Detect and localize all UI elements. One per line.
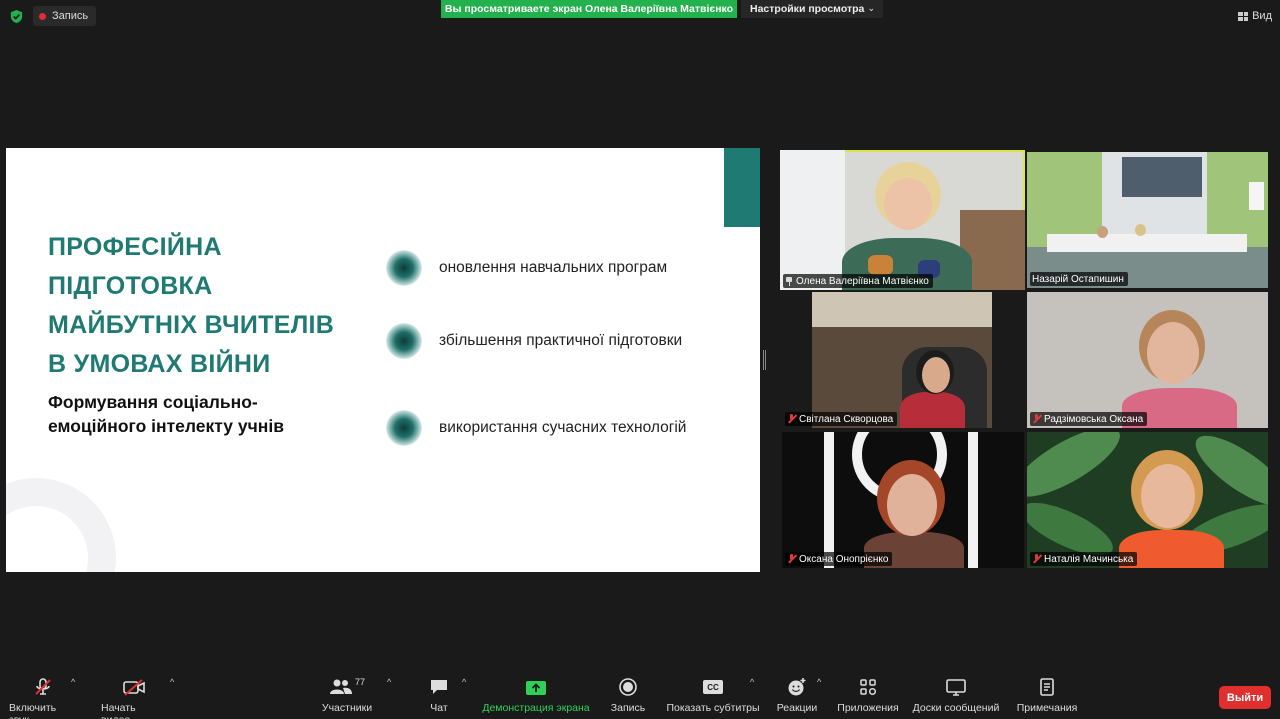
record-label: Запись [610,702,646,714]
muted-mic-icon [787,554,796,564]
unmute-button[interactable]: Включить звук [9,677,77,719]
pin-icon [785,276,793,286]
whiteboards-button[interactable]: Доски сообщений [911,677,1001,717]
chat-options-caret-icon[interactable]: ^ [462,677,466,687]
muted-microphone-icon [33,677,53,697]
notes-icon [1038,677,1056,697]
screen-share-banner: Вы просматриваете экран Олена Валеріївна… [441,0,737,18]
reactions-icon [787,677,807,697]
apps-label: Приложения [837,702,899,714]
participant-name: Назарій Остапишин [1032,273,1124,285]
reactions-button[interactable]: Реакции [776,677,818,717]
slide-subtitle-line: емоційного інтелекту учнів [48,416,284,436]
recording-dot-icon [39,12,46,20]
participant-name: Наталія Мачинська [1044,553,1134,565]
apps-icon [858,677,878,697]
reactions-label: Реакции [776,702,818,714]
view-button-label: Вид [1252,10,1272,22]
bullet-dot-icon [386,410,422,446]
slide-bullet: використання сучасних технологій [386,410,746,446]
captions-options-caret-icon[interactable]: ^ [750,677,754,687]
audio-options-caret-icon[interactable]: ^ [71,677,75,687]
participant-name: Оксана Онопрієнко [799,553,889,565]
participants-icon: 77 [329,677,365,697]
slide-title: ПРОФЕСІЙНА ПІДГОТОВКА МАЙБУТНІХ ВЧИТЕЛІВ… [48,228,368,384]
muted-mic-icon [787,414,796,424]
view-button[interactable]: Вид [1238,7,1272,25]
participant-label: Радзімовська Оксана [1030,412,1148,426]
participant-name: Радзімовська Оксана [1044,413,1144,425]
unmute-label: Включить звук [9,702,57,719]
closed-captions-icon: CC [703,677,723,697]
participant-label: Оксана Онопрієнко [785,552,893,566]
notes-button[interactable]: Примечания [1014,677,1080,717]
chat-button[interactable]: Чат [425,677,453,717]
whiteboard-icon [945,677,967,697]
participant-label: Наталія Мачинська [1030,552,1138,566]
participants-options-caret-icon[interactable]: ^ [387,677,391,687]
record-icon [618,677,638,697]
participants-button[interactable]: 77 Участники [320,677,374,717]
security-shield-icon[interactable] [9,9,24,24]
video-tile[interactable]: Наталія Мачинська [1027,432,1268,568]
recording-indicator[interactable]: Запись [33,6,97,26]
record-button[interactable]: Запись [608,677,648,717]
participant-name: Олена Валеріївна Матвієнко [796,275,929,287]
slide-title-line: ПРОФЕСІЙНА [48,233,222,261]
recording-label: Запись [52,10,89,22]
slide-bullet: оновлення навчальних програм [386,250,746,286]
show-captions-button[interactable]: CC Показать субтитры [666,677,760,717]
shared-screen: ПРОФЕСІЙНА ПІДГОТОВКА МАЙБУТНІХ ВЧИТЕЛІВ… [6,148,760,572]
video-off-icon [122,677,146,697]
slide-bullet-text: оновлення навчальних програм [439,259,668,276]
share-screen-button[interactable]: Демонстрация экрана [482,677,590,717]
whiteboards-label: Доски сообщений [912,702,1000,714]
slide-subtitle-line: Формування соціально- [48,392,258,412]
video-tile[interactable]: Оксана Онопрієнко [782,432,1024,568]
chat-icon [429,677,449,697]
share-screen-icon [525,677,547,697]
participants-count: 77 [354,677,365,687]
slide-bullet-text: збільшення практичної підготовки [439,332,683,349]
slide-bullet: збільшення практичної підготовки [386,323,746,359]
slide-decoration-arc [6,478,116,572]
share-screen-label: Демонстрация экрана [482,702,590,714]
slide-title-line: МАЙБУТНІХ ВЧИТЕЛІВ [48,311,335,339]
grid-view-icon [1238,11,1249,21]
muted-mic-icon [1032,414,1041,424]
slide-title-line: ПІДГОТОВКА [48,272,213,300]
show-captions-label: Показать субтитры [666,702,760,714]
video-tile[interactable]: Світлана Скворцова [782,292,1024,428]
bullet-dot-icon [386,323,422,359]
captions-icon-text: CC [703,680,723,694]
participant-label: Світлана Скворцова [785,412,898,426]
view-options-dropdown[interactable]: Настройки просмотра ⌄ [741,0,883,18]
start-video-label: Начать видео [101,702,136,719]
leave-meeting-button[interactable]: Выйти [1219,686,1271,709]
reactions-options-caret-icon[interactable]: ^ [817,677,821,687]
notes-label: Примечания [1016,702,1078,714]
start-video-button[interactable]: Начать видео [101,677,167,719]
apps-button[interactable]: Приложения [836,677,900,717]
video-options-caret-icon[interactable]: ^ [170,677,174,687]
chat-label: Чат [430,702,448,714]
chevron-down-icon: ⌄ [867,3,875,13]
slide-subtitle: Формування соціально- емоційного інтелек… [48,390,338,438]
meeting-toolbar: Включить звук ^ Начать видео ^ 77 Участн… [0,667,1280,719]
slide-bullet-text: використання сучасних технологій [439,419,687,436]
participant-label: Олена Валеріївна Матвієнко [783,274,933,288]
video-tile[interactable]: Радзімовська Оксана [1027,292,1268,428]
muted-mic-icon [1032,554,1041,564]
video-tile[interactable]: Олена Валеріївна Матвієнко [780,150,1025,290]
view-options-label: Настройки просмотра [750,3,865,15]
slide-accent-block [724,148,760,227]
participant-name: Світлана Скворцова [799,413,894,425]
slide-title-line: В УМОВАХ ВІЙНИ [48,350,271,378]
bullet-dot-icon [386,250,422,286]
participant-label: Назарій Остапишин [1030,272,1128,286]
splitter-handle[interactable] [763,350,767,370]
participants-label: Участники [321,702,373,714]
video-tile[interactable]: Назарій Остапишин [1027,152,1268,288]
